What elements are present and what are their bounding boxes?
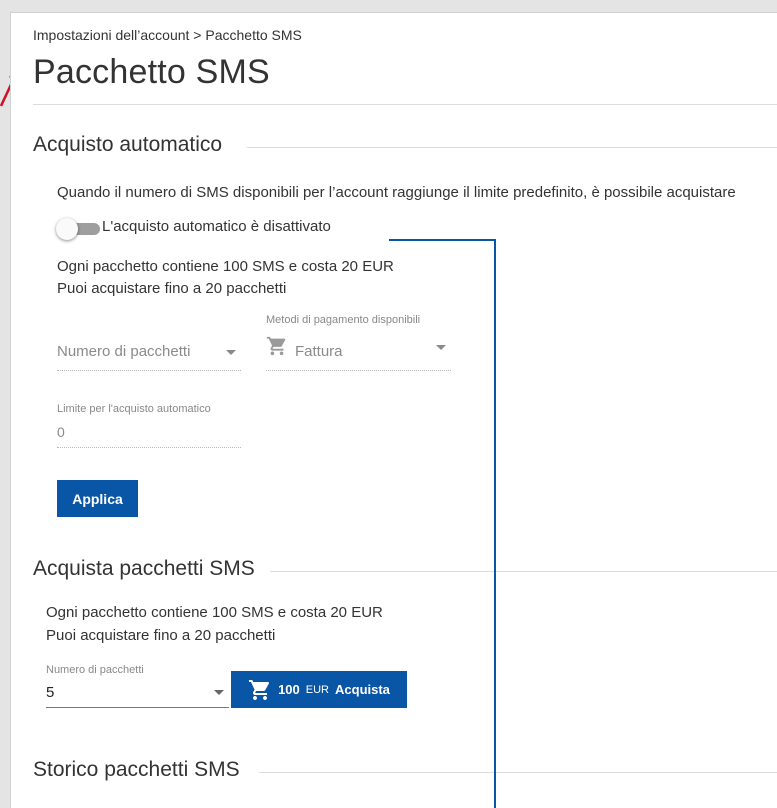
- buy-packages-value: 5: [46, 684, 55, 701]
- breadcrumb[interactable]: Impostazioni dell’account > Pacchetto SM…: [33, 27, 302, 43]
- section-divider: [259, 772, 777, 773]
- auto-purchase-toggle[interactable]: [56, 218, 104, 240]
- section-divider: [270, 571, 777, 572]
- buy-packages-label: Numero di pacchetti: [46, 664, 144, 676]
- buy-currency: EUR: [305, 683, 330, 696]
- auto-packages-select[interactable]: Numero di pacchetti: [57, 331, 241, 371]
- buy-packages-select[interactable]: 5: [46, 677, 229, 707]
- chevron-down-icon: [436, 345, 446, 350]
- page-title: Pacchetto SMS: [33, 53, 270, 91]
- limit-input[interactable]: 0: [57, 420, 241, 448]
- section-divider: [247, 147, 777, 148]
- buy-info-line1: Ogni pacchetto contiene 100 SMS e costa …: [46, 604, 383, 621]
- auto-purchase-toggle-label: L'acquisto automatico è disattivato: [102, 218, 331, 235]
- chevron-down-icon: [226, 350, 236, 355]
- limit-label: Limite per l'acquisto automatico: [57, 403, 211, 415]
- cart-icon: [266, 336, 286, 356]
- buy-packages-title: Acquista pacchetti SMS: [33, 557, 255, 580]
- callout-line: [494, 240, 496, 808]
- auto-packages-placeholder: Numero di pacchetti: [57, 343, 191, 360]
- auto-purchase-info-line2: Puoi acquistare fino a 20 pacchetti: [57, 280, 287, 297]
- buy-amount: 100: [278, 682, 300, 697]
- payment-method-select[interactable]: Fattura: [266, 331, 451, 371]
- title-divider: [33, 104, 777, 105]
- cart-icon: [249, 679, 270, 700]
- auto-purchase-description: Quando il numero di SMS disponibili per …: [57, 184, 736, 201]
- chevron-down-icon: [214, 690, 224, 695]
- buy-button[interactable]: 100 EUR Acquista: [231, 671, 407, 708]
- history-title: Storico pacchetti SMS: [33, 758, 240, 781]
- auto-purchase-info-line1: Ogni pacchetto contiene 100 SMS e costa …: [57, 258, 394, 275]
- sms-package-panel: Impostazioni dell’account > Pacchetto SM…: [10, 12, 777, 808]
- apply-button[interactable]: Applica: [57, 480, 138, 517]
- buy-label: Acquista: [335, 682, 390, 697]
- callout-line: [389, 239, 496, 241]
- payment-method-label: Metodi di pagamento disponibili: [266, 314, 421, 326]
- auto-purchase-title: Acquisto automatico: [33, 133, 223, 156]
- payment-method-value: Fattura: [295, 343, 343, 360]
- limit-value: 0: [57, 424, 65, 440]
- buy-info-line2: Puoi acquistare fino a 20 pacchetti: [46, 627, 276, 644]
